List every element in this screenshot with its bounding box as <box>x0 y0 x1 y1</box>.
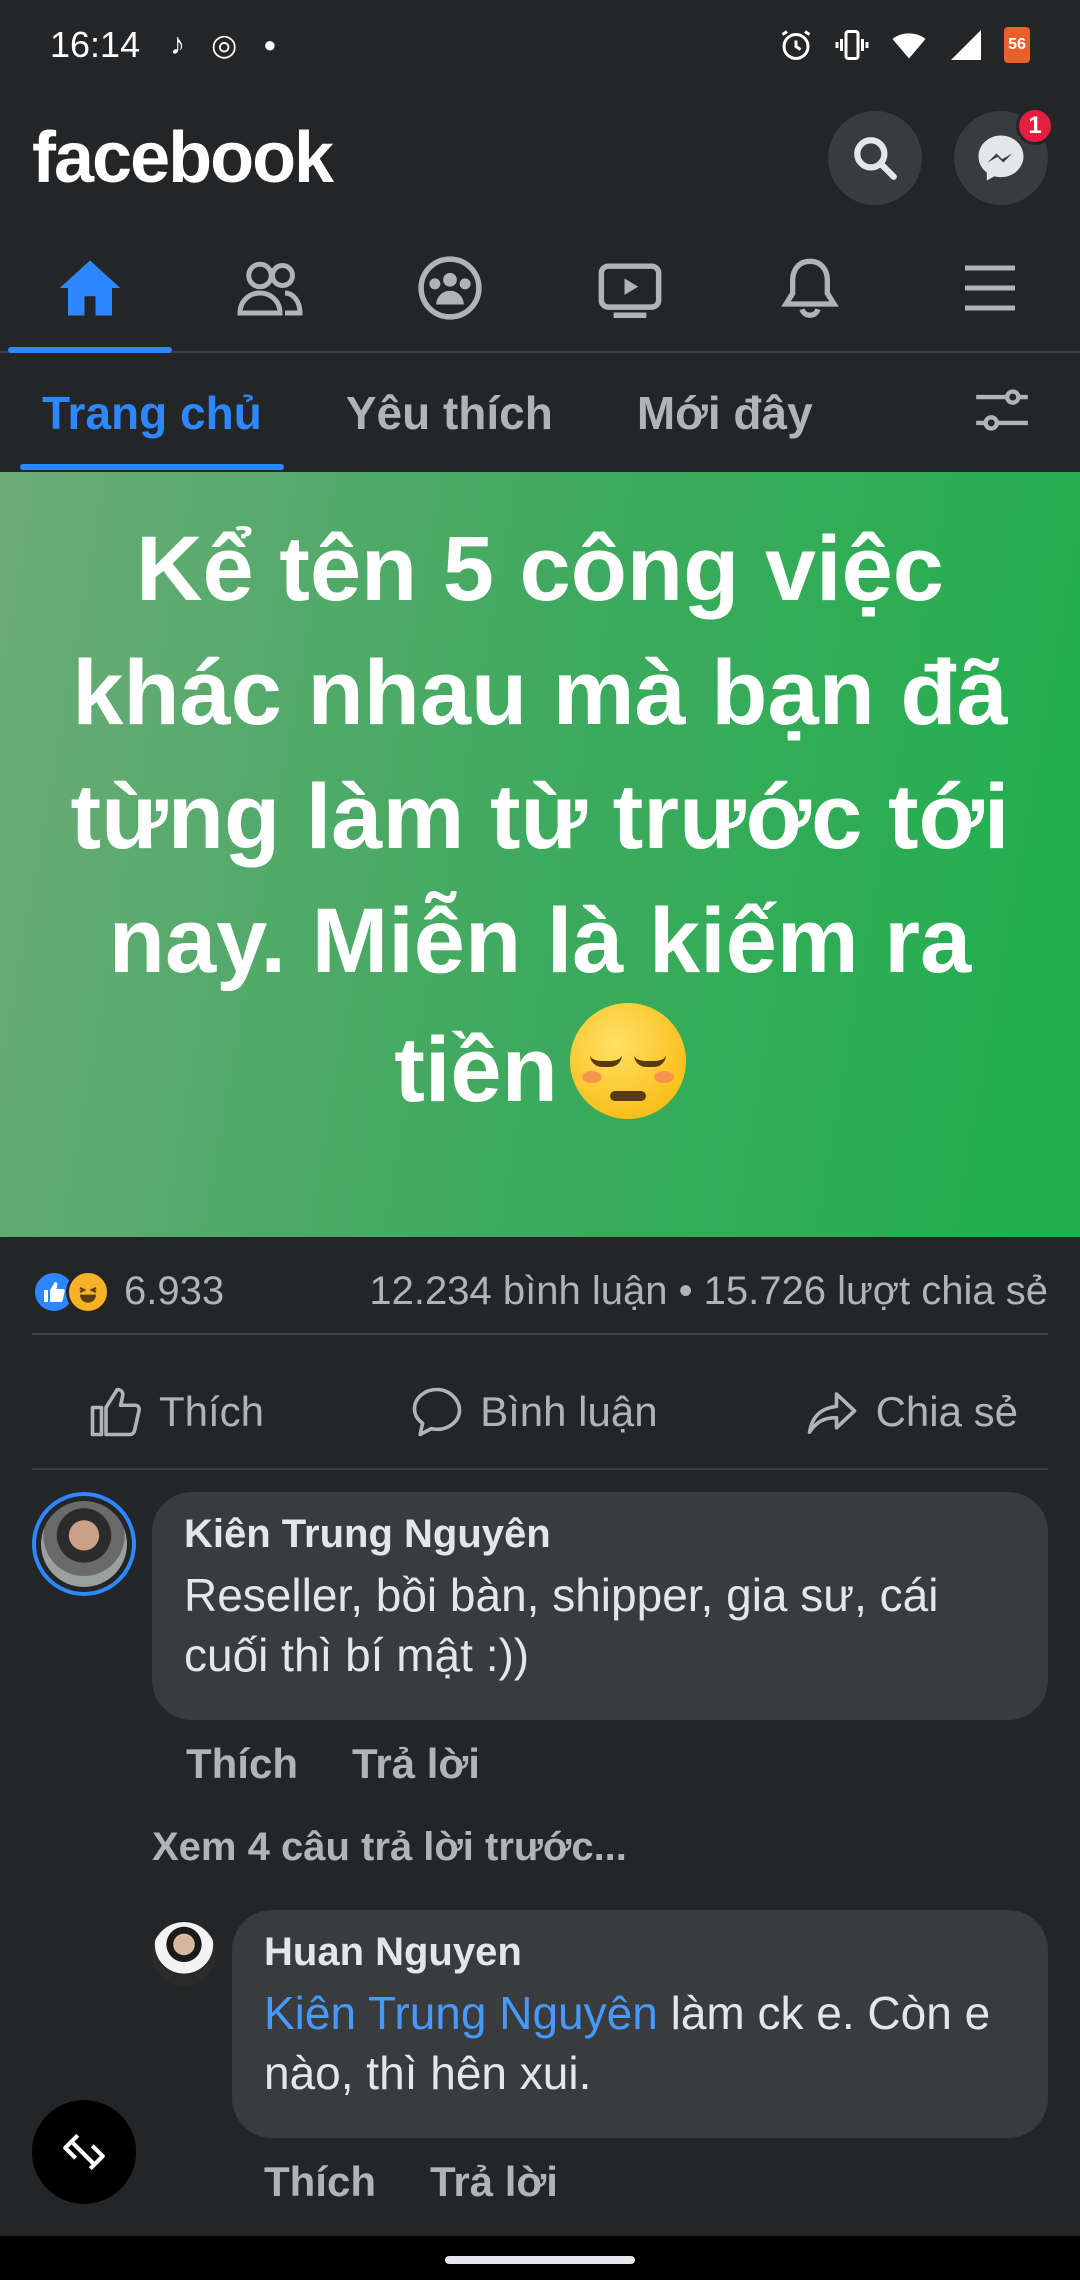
share-button[interactable]: Chia sẻ <box>804 1385 1018 1439</box>
nav-home[interactable] <box>0 225 180 353</box>
header-actions: 1 <box>828 106 1054 205</box>
nav-groups[interactable] <box>360 225 540 351</box>
like-button[interactable]: Thích <box>87 1385 264 1439</box>
vibrate-icon <box>835 30 869 60</box>
status-time: 16:14 <box>50 24 141 65</box>
watch-icon <box>598 263 662 318</box>
messenger-button[interactable]: 1 <box>954 106 1054 205</box>
post-banner-text: Kể tên 5 công việc khác nhau mà bạn đã t… <box>60 507 1020 1132</box>
comment-author[interactable]: Kiên Trung Nguyên <box>184 1512 1016 1557</box>
share-label: Chia sẻ <box>875 1387 1018 1435</box>
share-icon <box>807 1391 856 1434</box>
reply-author[interactable]: Huan Nguyen <box>264 1930 1016 1975</box>
comment-reply-button[interactable]: Trả lời <box>352 1740 480 1788</box>
subtab-home[interactable]: Trang chủ <box>20 355 284 470</box>
system-nav-bar <box>0 2236 1080 2280</box>
comment-text: Reseller, bồi bàn, shipper, gia sư, cái … <box>184 1569 939 1681</box>
comment-bubble[interactable]: Kiên Trung Nguyên Reseller, bồi bàn, shi… <box>152 1492 1048 1720</box>
wifi-icon <box>892 33 926 59</box>
reactions-count[interactable]: 6.933 <box>124 1269 224 1314</box>
reply-mention[interactable]: Kiên Trung Nguyên <box>264 1987 658 2039</box>
signal-icon <box>951 30 981 60</box>
commenter-photo <box>41 1501 127 1587</box>
avatar[interactable] <box>32 1492 136 1596</box>
nav-watch[interactable] <box>540 225 720 351</box>
messenger-badge: 1 <box>1016 106 1054 145</box>
comment-label: Bình luận <box>480 1387 658 1435</box>
hamburger-menu-icon <box>965 265 1015 311</box>
home-gesture-pill[interactable] <box>445 2256 635 2264</box>
main-nav <box>0 225 1080 353</box>
facebook-logo[interactable]: facebook <box>32 117 334 199</box>
chrome-icon: ◎ <box>211 28 238 62</box>
status-left-icons: ♪ ◎ ● <box>170 28 276 63</box>
dot-icon: ● <box>263 32 277 57</box>
tiktok-icon: ♪ <box>170 28 186 61</box>
post-banner[interactable]: Kể tên 5 công việc khác nhau mà bạn đã t… <box>0 472 1080 1237</box>
search-button[interactable] <box>828 110 922 205</box>
reaction-icons[interactable] <box>32 1269 110 1314</box>
home-icon <box>59 260 121 316</box>
post-actions: Thích Bình luận Chia sẻ <box>32 1355 1048 1470</box>
nav-friends[interactable] <box>180 225 360 351</box>
app-header: facebook 1 <box>0 95 1080 220</box>
reply-actions: Thích Trả lời <box>264 2158 558 2206</box>
comments-shares-count[interactable]: 12.234 bình luận • 15.726 lượt chia sẻ <box>369 1269 1048 1314</box>
thumbs-up-icon <box>90 1387 141 1436</box>
subtab-recent[interactable]: Mới đây <box>615 355 835 470</box>
sliders-icon <box>976 389 1028 431</box>
feed-subtabs: Trang chủ Yêu thích Mới đây <box>0 355 1080 470</box>
bell-icon <box>781 258 839 318</box>
post-banner-caption: Kể tên 5 công việc khác nhau mà bạn đã t… <box>70 518 1010 1121</box>
groups-icon <box>418 256 482 320</box>
search-icon <box>854 136 897 180</box>
filter-button[interactable] <box>974 387 1030 438</box>
reply-text: Kiên Trung Nguyên làm ck e. Còn e nào, t… <box>264 1983 1016 2103</box>
alarm-icon <box>781 30 811 60</box>
nav-menu[interactable] <box>900 225 1080 351</box>
avatar[interactable] <box>152 1922 216 1986</box>
relieved-face-emoji-icon <box>569 1003 686 1119</box>
status-bar: 16:14 ♪ ◎ ● 56 <box>0 0 1080 90</box>
replier-photo <box>152 1922 216 1986</box>
status-right-icons: 56 <box>778 27 1030 63</box>
reply-reply-button[interactable]: Trả lời <box>430 2158 558 2206</box>
battery-icon: 56 <box>1004 27 1030 63</box>
view-previous-replies-link[interactable]: Xem 4 câu trả lời trước... <box>152 1825 627 1870</box>
comment-actions: Thích Trả lời <box>186 1740 480 1788</box>
rotate-icon <box>63 2133 105 2171</box>
comment-like-button[interactable]: Thích <box>186 1740 298 1788</box>
comment-button[interactable]: Bình luận <box>410 1385 658 1439</box>
haha-reaction-icon <box>66 1269 110 1314</box>
like-label: Thích <box>159 1387 265 1435</box>
friends-icon <box>237 261 303 316</box>
subtab-favorites[interactable]: Yêu thích <box>324 355 575 470</box>
reply-like-button[interactable]: Thích <box>264 2158 376 2206</box>
comment-icon <box>412 1387 462 1436</box>
reply-bubble[interactable]: Huan Nguyen Kiên Trung Nguyên làm ck e. … <box>232 1910 1048 2138</box>
nav-notifications[interactable] <box>720 225 900 351</box>
rotate-screen-button[interactable] <box>32 2100 136 2204</box>
post-stats: 6.933 12.234 bình luận • 15.726 lượt chi… <box>32 1250 1048 1335</box>
